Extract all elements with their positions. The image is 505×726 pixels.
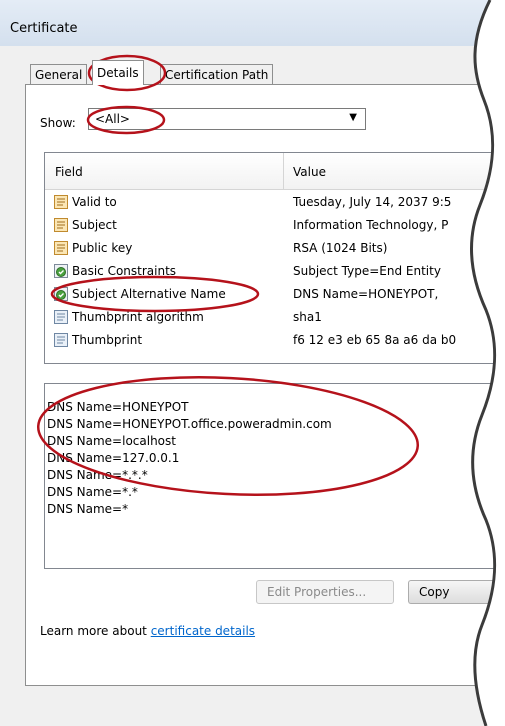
field-name: Valid to — [72, 195, 117, 209]
copy-to-file-button[interactable]: Copy — [408, 580, 505, 604]
list-row-thumbprint[interactable]: Thumbprint f6 12 e3 eb 65 8a a6 da b0 — [45, 329, 504, 352]
show-dropdown[interactable]: <All> ▼ — [88, 108, 366, 130]
field-name: Thumbprint algorithm — [72, 310, 204, 324]
extension-icon — [54, 287, 68, 301]
field-name: Thumbprint — [72, 333, 143, 347]
field-name: Basic Constraints — [72, 264, 177, 278]
detail-line: DNS Name=*.* — [47, 485, 138, 499]
field-name: Subject — [72, 218, 117, 232]
show-label: Show: — [40, 116, 76, 130]
tab-details[interactable]: Details — [92, 60, 144, 85]
extension-icon — [54, 264, 68, 278]
detail-textbox[interactable]: DNS Name=HONEYPOT DNS Name=HONEYPOT.offi… — [44, 383, 505, 569]
list-row-public-key[interactable]: Public key RSA (1024 Bits) — [45, 237, 504, 260]
tab-certification-path[interactable]: Certification Path — [160, 64, 274, 85]
property-icon — [54, 310, 68, 324]
edit-properties-button[interactable]: Edit Properties... — [256, 580, 394, 604]
chevron-down-icon: ▼ — [349, 112, 357, 123]
field-value: RSA (1024 Bits) — [293, 241, 388, 255]
column-divider[interactable] — [283, 153, 284, 189]
list-row-valid-to[interactable]: Valid to Tuesday, July 14, 2037 9:5 — [45, 191, 504, 214]
column-header-field[interactable]: Field — [55, 165, 83, 179]
tab-general[interactable]: General — [30, 64, 88, 85]
list-row-basic-constraints[interactable]: Basic Constraints Subject Type=End Entit… — [45, 260, 504, 283]
learn-more-prefix: Learn more about — [40, 624, 151, 638]
detail-line: DNS Name=127.0.0.1 — [47, 451, 180, 465]
show-dropdown-value: <All> — [95, 112, 130, 126]
field-value: Subject Type=End Entity — [293, 264, 441, 278]
list-header: Field Value — [45, 153, 504, 190]
column-header-value[interactable]: Value — [293, 165, 326, 179]
learn-more-text: Learn more about certificate details — [40, 624, 255, 638]
detail-line: DNS Name=HONEYPOT.office.poweradmin.com — [47, 417, 332, 431]
list-row-subject[interactable]: Subject Information Technology, P — [45, 214, 504, 237]
certificate-field-icon — [54, 241, 68, 255]
certificate-field-icon — [54, 218, 68, 232]
field-name: Subject Alternative Name — [72, 287, 226, 301]
certificate-details-link[interactable]: certificate details — [151, 624, 255, 638]
detail-line: DNS Name=HONEYPOT — [47, 400, 189, 414]
detail-line: DNS Name=* — [47, 502, 129, 516]
detail-line: DNS Name=*.*.* — [47, 468, 148, 482]
field-value: Tuesday, July 14, 2037 9:5 — [293, 195, 452, 209]
certificate-field-icon — [54, 195, 68, 209]
property-icon — [54, 333, 68, 347]
field-value: Information Technology, P — [293, 218, 449, 232]
field-name: Public key — [72, 241, 133, 255]
certificate-dialog: Certificate General Details Certificatio… — [0, 0, 505, 726]
fields-list[interactable]: Field Value Valid to Tuesday, July 14, 2… — [44, 152, 505, 364]
list-row-subject-alternative-name[interactable]: Subject Alternative Name DNS Name=HONEYP… — [45, 283, 504, 306]
detail-line: DNS Name=localhost — [47, 434, 176, 448]
field-value: f6 12 e3 eb 65 8a a6 da b0 — [293, 333, 457, 347]
field-value: DNS Name=HONEYPOT, — [293, 287, 439, 301]
title-bar[interactable]: Certificate — [0, 0, 505, 46]
list-row-thumbprint-algorithm[interactable]: Thumbprint algorithm sha1 — [45, 306, 504, 329]
field-value: sha1 — [293, 310, 322, 324]
window-title: Certificate — [10, 21, 78, 36]
